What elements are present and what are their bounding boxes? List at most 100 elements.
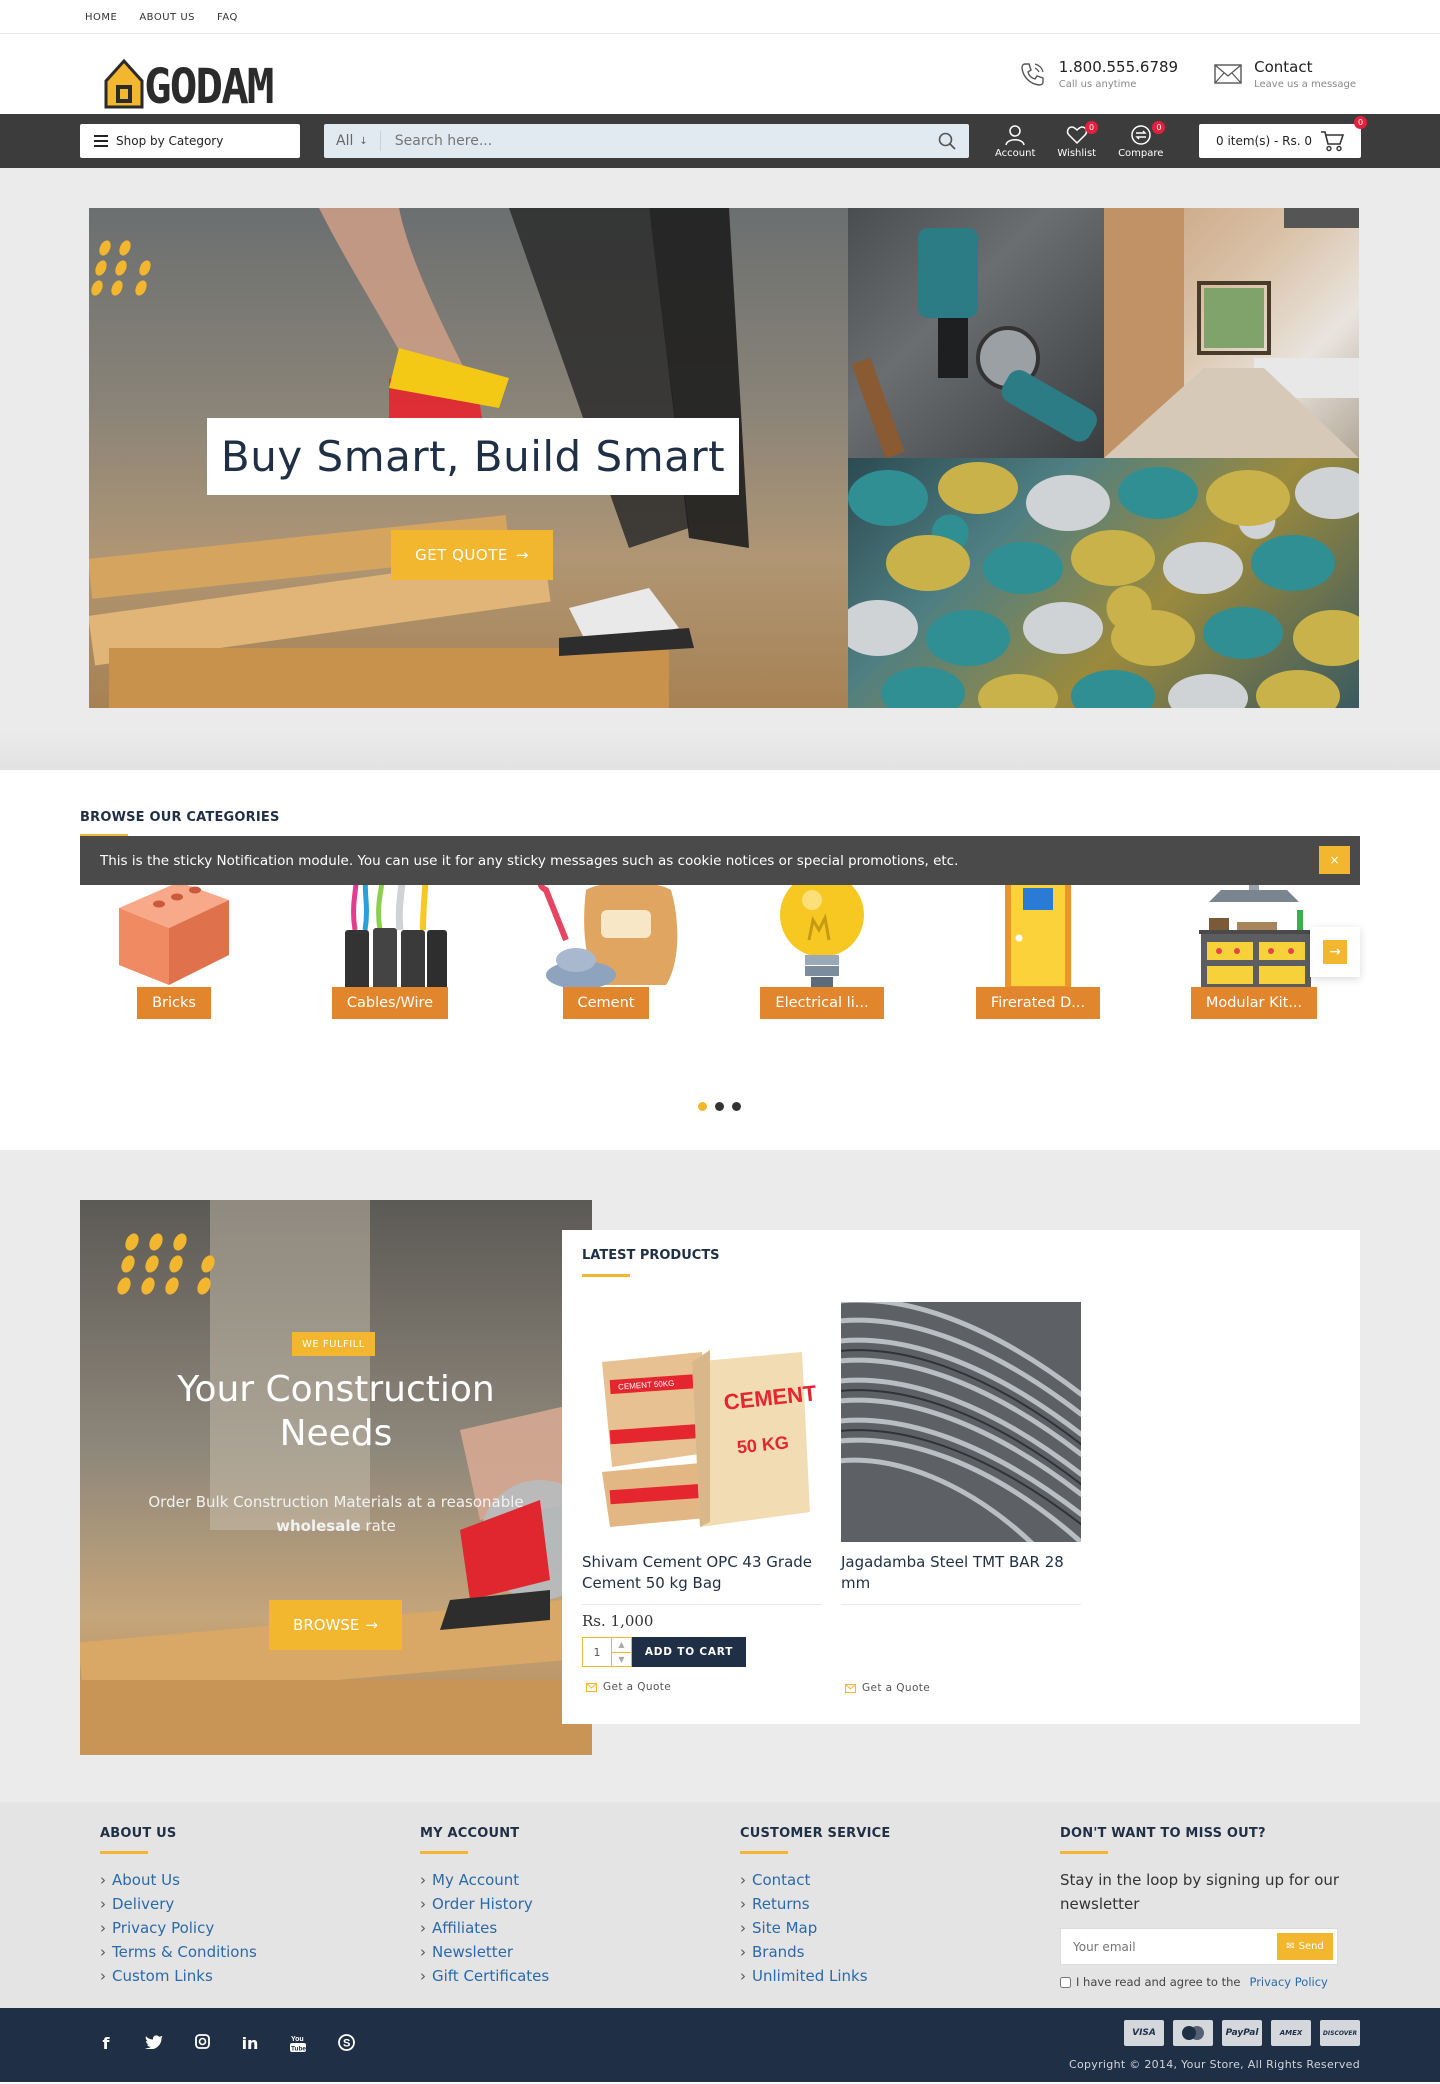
footer-newsletter-column: DON'T WANT TO MISS OUT? Stay in the loop… <box>1060 1826 1350 1989</box>
search-scope-dropdown[interactable]: All ↓ <box>324 131 381 151</box>
product-name[interactable]: Shivam Cement OPC 43 Grade Cement 50 kg … <box>582 1552 822 1596</box>
bottom-bar: f in You Tube S VISA PayPal AMEX DISCOVER… <box>0 2008 1440 2082</box>
hero-section: Buy Smart, Build Smart GET QUOTE → <box>0 168 1440 770</box>
category-firerated-doors[interactable]: Firerated D... <box>958 870 1118 1019</box>
promo-title-line2: Needs <box>279 1413 393 1454</box>
envelope-icon <box>845 1683 856 1693</box>
cement-bags-pile-image <box>848 462 1359 708</box>
footer-link-custom-links[interactable]: Custom Links <box>100 1964 257 1988</box>
category-label: Cables/Wire <box>331 987 449 1019</box>
skype-icon[interactable]: S <box>336 2034 356 2056</box>
facebook-icon[interactable]: f <box>96 2034 116 2056</box>
category-electrical[interactable]: Electrical li... <box>742 870 902 1019</box>
agree-checkbox[interactable] <box>1060 1976 1071 1988</box>
pagination-dot[interactable] <box>698 1102 707 1111</box>
compare-link[interactable]: 0 Compare <box>1118 120 1166 159</box>
search-bar: All ↓ <box>324 124 969 158</box>
chevron-down-icon[interactable]: ▼ <box>612 1651 631 1667</box>
category-cement[interactable]: Cement <box>526 870 686 1019</box>
privacy-policy-link[interactable]: Privacy Policy <box>1249 1975 1327 1989</box>
footer-link-about-us[interactable]: About Us <box>100 1868 257 1892</box>
linkedin-icon[interactable]: in <box>240 2034 260 2056</box>
footer-link-newsletter[interactable]: Newsletter <box>420 1940 549 1964</box>
quantity-input[interactable]: 1 <box>582 1637 612 1667</box>
search-input[interactable] <box>380 133 925 149</box>
cart-count-badge: 0 <box>1354 116 1367 129</box>
twitter-icon[interactable] <box>144 2034 164 2056</box>
tools-image[interactable] <box>848 208 1104 458</box>
footer-link-delivery[interactable]: Delivery <box>100 1892 257 1916</box>
product-image[interactable] <box>841 1302 1081 1542</box>
footer-link-gift-certificates[interactable]: Gift Certificates <box>420 1964 549 1988</box>
arrow-right-icon: → <box>1323 940 1347 964</box>
category-label: Cement <box>562 987 650 1019</box>
footer-link-site-map[interactable]: Site Map <box>740 1916 891 1940</box>
footer-link-brands[interactable]: Brands <box>740 1940 891 1964</box>
footer-link-terms[interactable]: Terms & Conditions <box>100 1940 257 1964</box>
footer-link-order-history[interactable]: Order History <box>420 1892 549 1916</box>
category-carousel: Bricks Cables/Wire Cement Electrical li.… <box>80 870 1360 1019</box>
topnav-faq[interactable]: FAQ <box>217 12 238 23</box>
kitchen-icon <box>1199 870 1313 990</box>
contact-title: Contact <box>1254 58 1313 76</box>
footer-link-contact[interactable]: Contact <box>740 1868 891 1892</box>
chevron-up-icon[interactable]: ▲ <box>612 1638 631 1652</box>
latest-products-panel: LATEST PRODUCTS CEMENT 50 KG CEMENT 50KG <box>562 1230 1360 1724</box>
phone-contact[interactable]: 1.800.555.6789 Call us anytime <box>1019 58 1178 90</box>
cement-bags-image[interactable] <box>848 458 1359 708</box>
logo[interactable]: GODAM <box>104 39 274 110</box>
product-image[interactable]: CEMENT 50 KG CEMENT 50KG <box>582 1302 822 1542</box>
compare-count-badge: 0 <box>1152 120 1166 134</box>
get-a-quote-link[interactable]: Get a Quote <box>845 1682 1081 1694</box>
latest-products-title: LATEST PRODUCTS <box>582 1248 720 1277</box>
wishlist-link[interactable]: 0 Wishlist <box>1057 120 1099 159</box>
get-a-quote-label: Get a Quote <box>603 1681 672 1693</box>
add-to-cart-row: 1 ▲ ▼ ADD TO CART <box>582 1637 822 1667</box>
search-button[interactable] <box>925 132 969 150</box>
pagination-dot[interactable] <box>732 1102 741 1111</box>
product-name[interactable]: Jagadamba Steel TMT BAR 28 mm <box>841 1552 1081 1596</box>
kitchen-image[interactable] <box>1104 208 1359 458</box>
message-contact[interactable]: Contact Leave us a message <box>1214 58 1356 90</box>
footer-link-affiliates[interactable]: Affiliates <box>420 1916 549 1940</box>
amex-icon: AMEX <box>1271 2020 1311 2046</box>
pagination-dot[interactable] <box>715 1102 724 1111</box>
shop-by-category-label: Shop by Category <box>116 134 224 148</box>
browse-button[interactable]: BROWSE → <box>269 1600 402 1650</box>
footer-link-returns[interactable]: Returns <box>740 1892 891 1916</box>
wishlist-count-badge: 0 <box>1085 120 1099 134</box>
topnav-home[interactable]: HOME <box>85 12 117 23</box>
youtube-icon[interactable]: You Tube <box>288 2034 308 2056</box>
category-cables-wire[interactable]: Cables/Wire <box>310 870 470 1019</box>
carousel-next-button[interactable]: → <box>1310 927 1360 977</box>
newsletter-email-input[interactable] <box>1073 1939 1273 1954</box>
mastercard-icon <box>1173 2020 1213 2046</box>
account-link[interactable]: Account <box>995 124 1035 159</box>
add-to-cart-button[interactable]: ADD TO CART <box>632 1637 746 1667</box>
get-a-quote-label: Get a Quote <box>862 1682 931 1694</box>
footer-service-column: CUSTOMER SERVICE Contact Returns Site Ma… <box>740 1826 891 1988</box>
copyright-text: Copyright © 2014, Your Store, All Rights… <box>1069 2058 1360 2071</box>
product-divider <box>582 1604 822 1605</box>
cart-summary: 0 item(s) - Rs. 0 <box>1216 134 1312 148</box>
cart-button[interactable]: 0 item(s) - Rs. 0 0 <box>1199 116 1367 158</box>
get-quote-button[interactable]: GET QUOTE → <box>391 530 553 580</box>
compare-icon <box>1131 124 1151 145</box>
promo-title-line1: Your Construction <box>177 1369 495 1410</box>
title-underline <box>740 1851 788 1854</box>
instagram-icon[interactable] <box>192 2034 212 2056</box>
footer-link-privacy-policy[interactable]: Privacy Policy <box>100 1916 257 1940</box>
topnav-about-us[interactable]: ABOUT US <box>139 12 195 23</box>
category-bricks[interactable]: Bricks <box>94 870 254 1019</box>
footer-link-unlimited-links[interactable]: Unlimited Links <box>740 1964 891 1988</box>
shop-by-category-button[interactable]: Shop by Category <box>80 124 300 158</box>
quantity-stepper[interactable]: ▲ ▼ <box>612 1637 632 1667</box>
category-label: Modular Kit... <box>1190 987 1318 1019</box>
product-divider <box>841 1604 1081 1605</box>
title-underline <box>420 1851 468 1854</box>
footer-link-my-account[interactable]: My Account <box>420 1868 549 1892</box>
get-a-quote-link[interactable]: Get a Quote <box>586 1681 822 1693</box>
notification-close-button[interactable]: × <box>1319 846 1350 874</box>
newsletter-send-button[interactable]: ✉ Send <box>1277 1933 1333 1960</box>
footer-account-column: MY ACCOUNT My Account Order History Affi… <box>420 1826 549 1988</box>
